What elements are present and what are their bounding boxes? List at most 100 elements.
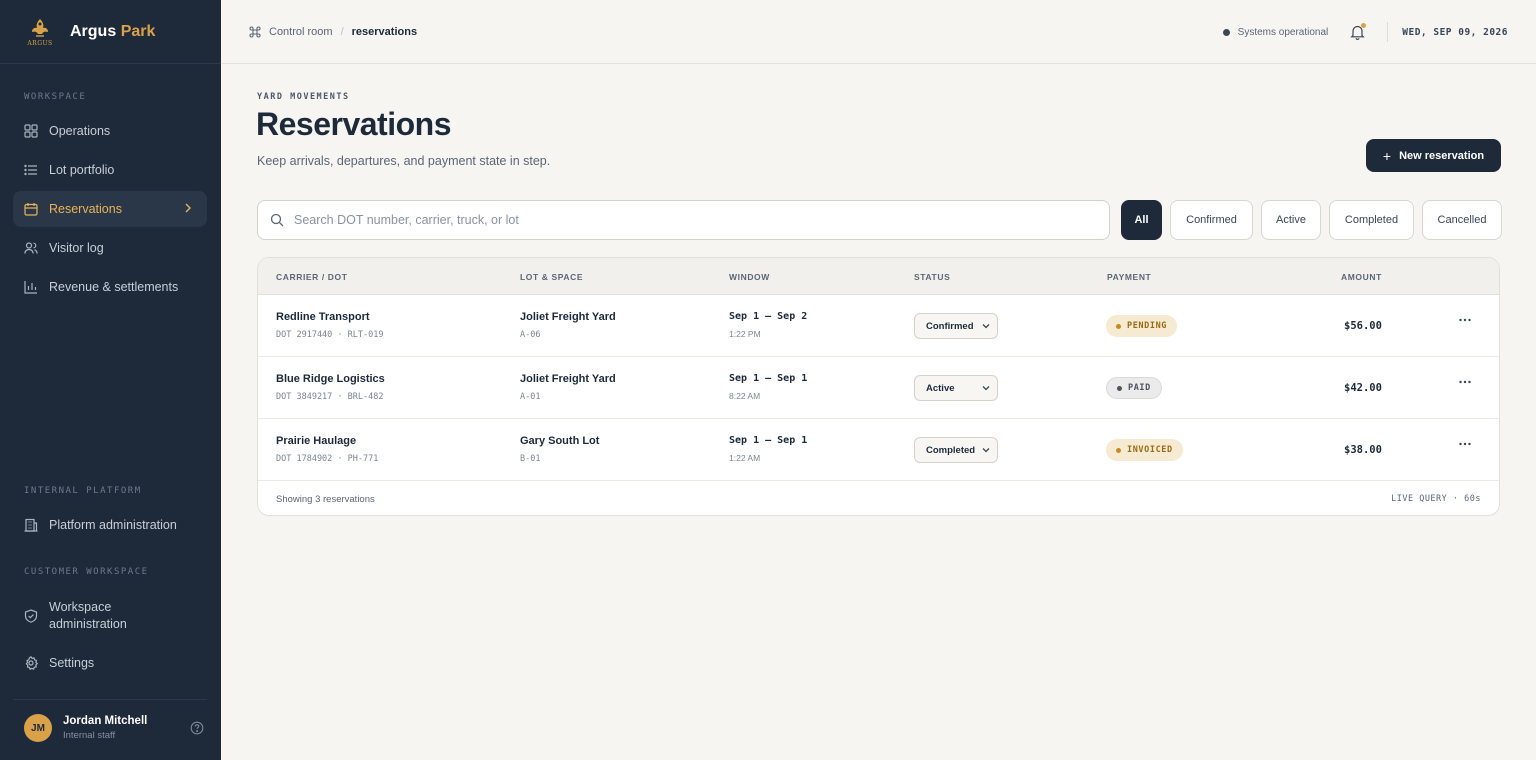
column-header-amount[interactable]: AMOUNT — [1341, 272, 1382, 282]
brand[interactable]: ARGUS Argus Park — [0, 0, 221, 64]
grid-icon — [24, 124, 38, 138]
amount: $42.00 — [1344, 382, 1382, 394]
internal-platform-section-label: INTERNAL PLATFORM — [24, 486, 142, 496]
sidebar: ARGUS Argus Park WORKSPACE Operations Lo… — [0, 0, 221, 760]
filter-confirmed[interactable]: Confirmed — [1170, 200, 1253, 240]
help-icon[interactable] — [190, 721, 204, 740]
sidebar-item-reservations[interactable]: Reservations — [13, 191, 207, 227]
sidebar-item-revenue[interactable]: Revenue & settlements — [13, 269, 207, 305]
carrier-dot: DOT 3849217 · BRL-482 — [276, 392, 384, 402]
window-time: 8:22 AM — [729, 391, 761, 401]
more-actions-icon[interactable] — [1458, 379, 1472, 385]
notification-dot — [1361, 23, 1367, 28]
amount: $56.00 — [1344, 320, 1382, 332]
carrier-dot: DOT 1784902 · PH-771 — [276, 454, 379, 464]
status-select[interactable]: Confirmed — [914, 313, 998, 339]
column-header-payment[interactable]: PAYMENT — [1107, 272, 1151, 282]
payment-dot — [1116, 447, 1121, 453]
topbar-divider — [1387, 22, 1389, 42]
sidebar-item-label: Platform administration — [49, 518, 177, 532]
carrier-dot: DOT 2917440 · RLT-019 — [276, 330, 384, 340]
carrier-name[interactable]: Redline Transport — [276, 311, 383, 323]
table-row[interactable]: Redline Transport DOT 2917440 · RLT-019 … — [258, 295, 1499, 357]
carrier-cell: Blue Ridge Logistics DOT 3849217 · BRL-4… — [276, 373, 385, 402]
lot-space: B-01 — [520, 454, 541, 464]
table-row[interactable]: Blue Ridge Logistics DOT 3849217 · BRL-4… — [258, 357, 1499, 419]
sidebar-item-visitor-log[interactable]: Visitor log — [13, 230, 207, 266]
users-icon — [24, 241, 38, 255]
plus-icon: + — [1382, 147, 1392, 164]
avatar[interactable]: JM — [24, 714, 52, 742]
window-time: 1:22 PM — [729, 329, 761, 339]
notification-bell-icon[interactable] — [1350, 23, 1367, 40]
system-status: Systems operational — [1222, 27, 1328, 38]
sidebar-item-label: Lot portfolio — [49, 163, 115, 177]
sidebar-item-label: Visitor log — [49, 241, 104, 255]
chevron-right-icon — [183, 202, 193, 217]
lot-name: Joliet Freight Yard — [520, 373, 616, 385]
carrier-name[interactable]: Blue Ridge Logistics — [276, 373, 385, 385]
filter-cancelled[interactable]: Cancelled — [1422, 200, 1502, 240]
sidebar-item-settings[interactable]: Settings — [13, 645, 207, 681]
payment-dot — [1116, 323, 1121, 329]
chevron-down-icon — [981, 321, 991, 334]
column-header-carrier[interactable]: CARRIER / DOT — [276, 272, 348, 282]
new-reservation-label: New reservation — [1399, 149, 1485, 162]
more-actions-icon[interactable] — [1458, 317, 1472, 323]
breadcrumb-separator: / — [340, 25, 344, 38]
window-cell: Sep 1 – Sep 1 1:22 AM — [729, 435, 807, 463]
new-reservation-button[interactable]: + New reservation — [1366, 139, 1501, 172]
command-icon — [249, 25, 261, 38]
topbar: Control room / reservations Systems oper… — [221, 0, 1536, 64]
main-content: Control room / reservations Systems oper… — [221, 0, 1536, 760]
gear-icon — [24, 656, 38, 670]
search-box[interactable] — [257, 200, 1110, 240]
carrier-name[interactable]: Prairie Haulage — [276, 435, 378, 447]
status-select[interactable]: Completed — [914, 437, 998, 463]
sidebar-item-operations[interactable]: Operations — [13, 113, 207, 149]
lot-name: Joliet Freight Yard — [520, 311, 616, 323]
table-header: CARRIER / DOT LOT & SPACE WINDOW STATUS … — [258, 258, 1499, 295]
search-input[interactable] — [294, 213, 1074, 227]
current-date: WED, SEP 09, 2026 — [1402, 26, 1508, 38]
filter-active[interactable]: Active — [1261, 200, 1321, 240]
chevron-down-icon — [981, 383, 991, 396]
filter-completed[interactable]: Completed — [1329, 200, 1414, 240]
lot-name: Gary South Lot — [520, 435, 600, 447]
breadcrumb-root[interactable]: Control room — [269, 26, 333, 38]
payment-status: PAID — [1128, 383, 1151, 393]
customer-workspace-section-label: CUSTOMER WORKSPACE — [24, 567, 149, 577]
table-row[interactable]: Prairie Haulage DOT 1784902 · PH-771 Gar… — [258, 419, 1499, 481]
column-header-status[interactable]: STATUS — [914, 272, 950, 282]
sidebar-item-platform-administration[interactable]: Platform administration — [13, 507, 207, 543]
payment-badge: PAID — [1106, 377, 1162, 399]
status-select-value: Confirmed — [926, 320, 974, 332]
brand-name-accent: Park — [120, 22, 156, 40]
column-header-lot[interactable]: LOT & SPACE — [520, 272, 583, 282]
sidebar-item-label: Operations — [49, 124, 111, 138]
bar-chart-icon — [24, 280, 38, 294]
status-select[interactable]: Active — [914, 375, 998, 401]
filter-all[interactable]: All — [1121, 200, 1162, 240]
user-text: Jordan Mitchell Internal staff — [63, 715, 147, 741]
payment-badge: PENDING — [1106, 315, 1178, 337]
payment-status: INVOICED — [1127, 445, 1173, 455]
amount: $38.00 — [1344, 444, 1382, 456]
workspace-section-label: WORKSPACE — [24, 92, 87, 102]
lot-cell: Joliet Freight Yard A-01 — [520, 373, 616, 402]
sidebar-item-workspace-administration[interactable]: Workspace administration — [13, 594, 207, 638]
status-select-value: Completed — [926, 444, 976, 456]
window-cell: Sep 1 – Sep 2 1:22 PM — [729, 311, 807, 339]
column-header-window[interactable]: WINDOW — [729, 272, 770, 282]
window-range: Sep 1 – Sep 1 — [729, 373, 808, 384]
shield-icon — [24, 609, 38, 623]
search-icon — [270, 213, 284, 227]
user-profile[interactable]: JM Jordan Mitchell Internal staff — [24, 714, 204, 742]
reservations-table: CARRIER / DOT LOT & SPACE WINDOW STATUS … — [257, 257, 1500, 516]
sidebar-item-lot-portfolio[interactable]: Lot portfolio — [13, 152, 207, 188]
user-role: Internal staff — [63, 730, 116, 741]
more-actions-icon[interactable] — [1458, 441, 1472, 447]
page-eyebrow: YARD MOVEMENTS — [257, 92, 350, 102]
topbar-right: Systems operational WED, SEP 09, 2026 — [1222, 0, 1508, 64]
results-count: Showing 3 reservations — [276, 494, 375, 505]
